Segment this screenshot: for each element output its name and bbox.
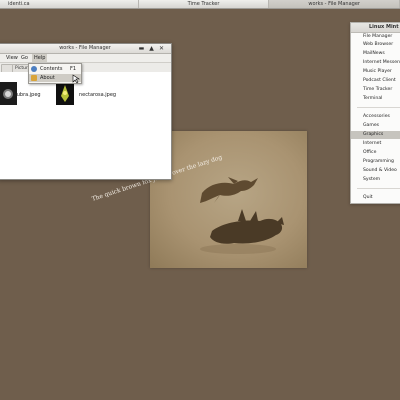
taskbar-item-file-manager[interactable]: works - File Manager [269,0,400,8]
menubar: View Go Help [0,54,171,63]
file-name[interactable]: nectarosa.jpeg [79,92,116,98]
menu-item-games[interactable]: Games [351,122,400,130]
menu-item-music-player[interactable]: Music Player [351,68,400,76]
menu-item-sound-video[interactable]: Sound & Video [351,167,400,175]
wallpaper-card [150,131,307,268]
fox-dog-illustration [200,177,284,254]
menu-item-programming[interactable]: Programming [351,158,400,166]
menu-item-file-manager[interactable]: File Manager [351,33,400,41]
menu-item-graphics[interactable]: Graphics [351,131,400,139]
mint-menu-title: Linux Mint [351,23,400,33]
mint-menu: Linux Mint File Manager Web Browser Mail… [350,22,400,204]
file-name[interactable]: kubra.jpeg [14,92,41,98]
menu-item-time-tracker[interactable]: Time Tracker [351,86,400,94]
about-icon [31,75,37,81]
menu-divider [357,188,400,189]
help-contents-icon [31,66,37,72]
close-icon[interactable]: ✕ [158,45,165,52]
menu-item-mailnews[interactable]: MailNews [351,50,400,58]
menu-item-label: Contents [40,66,63,72]
menu-item-terminal[interactable]: Terminal [351,95,400,103]
file-view[interactable]: kubra.jpeg nectarosa.jpeg [0,72,171,179]
menu-item-podcast-client[interactable]: Podcast Client [351,77,400,85]
menu-item-internet-messenger[interactable]: Internet Messenger [351,59,400,67]
menu-item-internet[interactable]: Internet [351,140,400,148]
maximize-icon[interactable]: ▲ [148,45,155,52]
menu-item-accessories[interactable]: Accessories [351,113,400,121]
mouse-cursor-icon [72,74,80,84]
menu-help[interactable]: Help [32,54,48,62]
taskbar-item-identica[interactable]: identi.ca [0,0,139,8]
file-manager-window[interactable]: works - File Manager ▬ ▲ ✕ View Go Help … [0,43,172,180]
menu-item-web-browser[interactable]: Web Browser [351,41,400,49]
taskbar: identi.ca Time Tracker works - File Mana… [0,0,400,9]
menu-item-shortcut: F1 [69,66,76,72]
menu-item-system[interactable]: System [351,176,400,184]
minimize-icon[interactable]: ▬ [138,45,145,52]
menu-view[interactable]: View [6,54,18,62]
image-thumbnail[interactable] [56,82,74,105]
window-title: works - File Manager [59,45,111,51]
menu-go[interactable]: Go [21,54,28,62]
menu-item-office[interactable]: Office [351,149,400,157]
window-titlebar[interactable]: works - File Manager ▬ ▲ ✕ [0,44,171,54]
menu-divider [357,107,400,108]
menu-item-label: About [40,75,55,81]
menu-item-contents[interactable]: Contents F1 [29,65,81,73]
menu-item-quit[interactable]: Quit [351,194,400,202]
taskbar-item-time-tracker[interactable]: Time Tracker [139,0,270,8]
